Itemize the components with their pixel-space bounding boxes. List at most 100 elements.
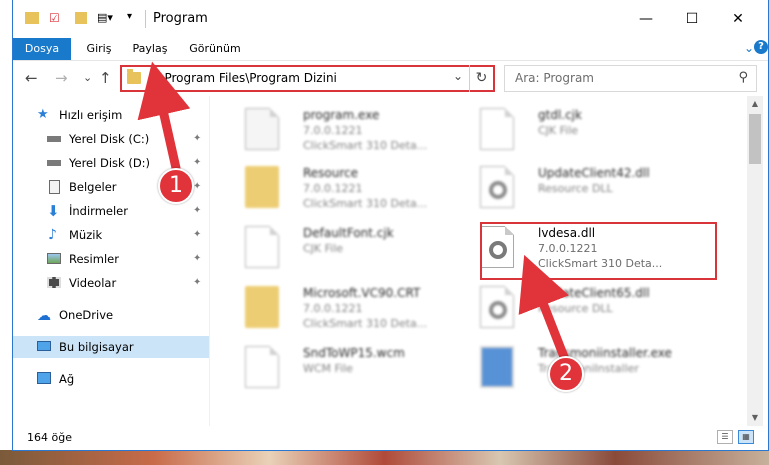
vertical-scrollbar[interactable]: ▲ ▼ [747, 96, 763, 426]
quick-access-dropdown-icon[interactable]: ▾ [127, 11, 132, 22]
minimize-button[interactable]: — [635, 8, 657, 30]
step-badge-1: 1 [158, 168, 194, 204]
file-detail: CJK File [303, 242, 344, 255]
file-detail: ClickSmart 310 Deta... [303, 317, 428, 330]
sidebar-item-videos[interactable]: Videolar ✦ [13, 272, 209, 294]
file-detail: WCM File [303, 362, 353, 375]
file-item[interactable]: DefaultFont.cjk CJK File [233, 220, 468, 284]
drive-icon [47, 136, 61, 142]
file-detail: Resource DLL [538, 182, 613, 195]
maximize-button[interactable]: ☐ [681, 8, 703, 30]
pin-icon: ✦ [193, 157, 202, 168]
tab-home[interactable]: Giriş [79, 38, 119, 60]
scroll-up-icon[interactable]: ▲ [747, 96, 763, 112]
recent-locations-button[interactable]: ⌄ [83, 71, 92, 84]
expand-ribbon-icon[interactable]: ⌄ [744, 41, 754, 55]
file-icon [480, 108, 514, 150]
customize-quick-access-icon[interactable]: ▤▾ [97, 11, 113, 24]
pin-icon: ✦ [193, 277, 202, 288]
item-count: 164 öğe [27, 431, 72, 444]
computer-icon [37, 341, 51, 351]
file-item[interactable]: Resource 7.0.0.1221 ClickSmart 310 Deta.… [233, 160, 468, 224]
file-name: gtdl.cjk [538, 108, 582, 122]
file-detail: Resource DLL [538, 302, 613, 315]
sidebar-item-onedrive[interactable]: ☁ OneDrive [13, 304, 209, 326]
pin-icon: ✦ [193, 253, 202, 264]
up-button[interactable]: ↑ [99, 69, 112, 87]
file-name: program.exe [303, 108, 380, 122]
file-highlight-box [480, 222, 717, 280]
exe-icon [245, 108, 279, 150]
large-icons-view-icon[interactable]: ▦ [738, 430, 754, 444]
sidebar-item-label: OneDrive [59, 308, 114, 322]
sidebar-item-label: Müzik [69, 228, 103, 242]
pin-icon: ✦ [193, 133, 202, 144]
desktop-background [0, 450, 769, 465]
sidebar-item-disk-c[interactable]: Yerel Disk (C:) ✦ [13, 128, 209, 150]
help-icon[interactable]: ? [754, 40, 768, 54]
pin-icon: ✦ [193, 181, 202, 192]
sidebar-item-label: Resimler [69, 252, 119, 266]
file-item[interactable]: SndToWP15.wcm WCM File [233, 340, 468, 404]
file-detail: CJK File [538, 124, 579, 137]
file-item[interactable]: Transmoniinstaller.exe TransmoniInstalle… [468, 340, 703, 404]
file-item[interactable]: UpdateClient65.dll Resource DLL [468, 280, 703, 344]
file-detail: 7.0.0.1221 [303, 302, 363, 315]
sidebar-item-label: Videolar [69, 276, 117, 290]
sidebar-item-pictures[interactable]: Resimler ✦ [13, 248, 209, 270]
file-detail: 7.0.0.1221 [303, 124, 363, 137]
nav-pane-divider [209, 96, 210, 426]
sidebar-item-music[interactable]: ♪ Müzik ✦ [13, 224, 209, 246]
sidebar-item-label: Ağ [59, 372, 75, 386]
sidebar-item-network[interactable]: Ağ [13, 368, 209, 390]
tab-view[interactable]: Görünüm [185, 38, 245, 60]
refresh-button[interactable]: ↻ [469, 65, 493, 92]
back-button[interactable]: ← [25, 69, 38, 87]
address-path[interactable]: C:\Program Files\Program Dizini [148, 71, 337, 85]
pin-icon: ✦ [193, 205, 202, 216]
title-separator [145, 10, 146, 28]
file-name: Microsoft.VC90.CRT [303, 286, 421, 300]
address-dropdown-icon[interactable]: ⌄ [453, 69, 463, 83]
details-view-icon[interactable]: ☰ [717, 430, 733, 444]
address-bar[interactable]: C:\Program Files\Program Dizini ⌄ ↻ [120, 65, 495, 92]
folder-icon [245, 166, 279, 208]
sidebar-item-this-pc[interactable]: Bu bilgisayar [13, 336, 209, 358]
file-item[interactable]: Microsoft.VC90.CRT 7.0.0.1221 ClickSmart… [233, 280, 468, 344]
ribbon-tabs: Dosya Giriş Paylaş Görünüm ⌄ ? [13, 38, 768, 60]
file-detail: ClickSmart 310 Deta... [303, 139, 428, 152]
scroll-down-icon[interactable]: ▼ [747, 410, 763, 426]
tab-file[interactable]: Dosya [13, 38, 71, 60]
file-item[interactable]: gtdl.cjk CJK File [468, 102, 703, 166]
dll-icon [480, 166, 514, 208]
sidebar-item-label: İndirmeler [69, 204, 128, 218]
pin-icon: ✦ [193, 229, 202, 240]
file-name: DefaultFont.cjk [303, 226, 394, 240]
file-item[interactable]: UpdateClient42.dll Resource DLL [468, 160, 703, 224]
installer-icon [480, 346, 514, 388]
navigation-pane: ★ Hızlı erişim Yerel Disk (C:) ✦ Yerel D… [13, 96, 209, 426]
file-name: Resource [303, 166, 359, 180]
search-icon[interactable]: ⚲ [738, 70, 748, 85]
tab-share[interactable]: Paylaş [125, 38, 175, 60]
navigation-bar: ← → ⌄ ↑ C:\Program Files\Program Dizini … [13, 60, 768, 96]
gear-icon [489, 181, 507, 199]
documents-icon [49, 180, 60, 194]
sidebar-item-label: Bu bilgisayar [59, 340, 134, 354]
star-icon: ★ [37, 107, 49, 122]
sidebar-item-label: Yerel Disk (C:) [69, 132, 150, 146]
sidebar-item-label: Hızlı erişim [59, 108, 123, 122]
scrollbar-thumb[interactable] [749, 114, 761, 164]
search-box[interactable]: Ara: Program ⚲ [504, 65, 757, 92]
properties-icon[interactable]: ☑ [49, 11, 60, 25]
forward-button[interactable]: → [55, 69, 68, 87]
file-detail: 7.0.0.1221 [303, 182, 363, 195]
window-title: Program [153, 11, 208, 26]
file-item[interactable]: program.exe 7.0.0.1221 ClickSmart 310 De… [233, 102, 468, 166]
search-input[interactable]: Ara: Program [515, 71, 594, 85]
file-icon [245, 346, 279, 388]
cloud-icon: ☁ [37, 308, 51, 324]
close-button[interactable]: ✕ [727, 8, 749, 30]
sidebar-item-quick-access[interactable]: ★ Hızlı erişim [13, 104, 209, 126]
new-folder-icon[interactable] [75, 12, 87, 24]
